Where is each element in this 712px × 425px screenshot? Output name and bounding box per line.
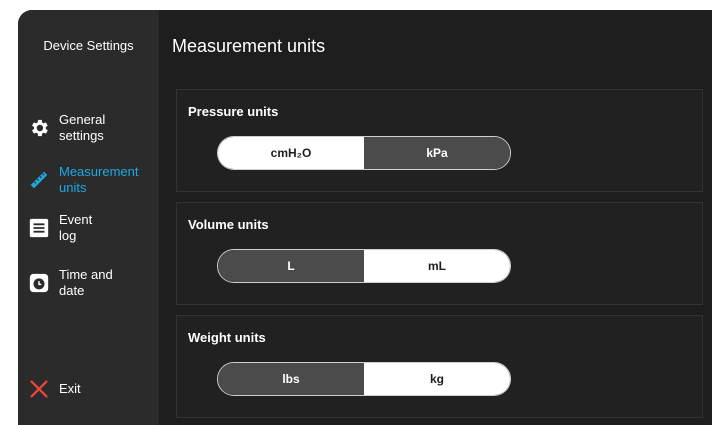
- weight-units-panel: Weight units lbs kg: [176, 315, 703, 418]
- volume-units-label: Volume units: [188, 217, 269, 232]
- volume-option-ml[interactable]: mL: [364, 250, 510, 282]
- sidebar-item-event-log[interactable]: Event log: [28, 212, 159, 244]
- sidebar-item-time-and-date[interactable]: Time and date: [28, 267, 159, 299]
- page-title: Measurement units: [172, 36, 326, 56]
- sidebar-item-general-settings[interactable]: General settings: [28, 112, 159, 144]
- sidebar-item-label: Measurement units: [59, 164, 139, 195]
- weight-option-kg[interactable]: kg: [364, 363, 510, 395]
- sidebar-item-measurement-units[interactable]: Measurement units: [28, 164, 159, 196]
- pressure-units-panel: Pressure units cmH₂O kPa: [176, 89, 703, 192]
- exit-label: Exit: [59, 381, 81, 396]
- sidebar-item-label: Event log: [59, 212, 93, 243]
- clock-icon: [28, 272, 50, 294]
- exit-button[interactable]: Exit: [28, 378, 159, 400]
- pressure-option-kpa[interactable]: kPa: [364, 137, 510, 169]
- list-icon: [28, 217, 50, 239]
- volume-units-toggle: L mL: [217, 249, 511, 283]
- pressure-units-toggle: cmH₂O kPa: [217, 136, 511, 170]
- ruler-icon: [28, 169, 50, 191]
- pressure-option-cmh2o[interactable]: cmH₂O: [218, 137, 364, 169]
- weight-option-lbs[interactable]: lbs: [218, 363, 364, 395]
- sidebar-item-label: General settings: [59, 112, 106, 143]
- sidebar: Device Settings General settings Measurem…: [18, 10, 159, 425]
- close-icon: [28, 378, 50, 400]
- device-settings-window: Device Settings General settings Measurem…: [18, 10, 712, 425]
- volume-units-panel: Volume units L mL: [176, 202, 703, 305]
- volume-option-l[interactable]: L: [218, 250, 364, 282]
- pressure-units-label: Pressure units: [188, 104, 279, 119]
- sidebar-item-label: Time and date: [59, 267, 113, 298]
- sidebar-title: Device Settings: [43, 38, 134, 53]
- gear-icon: [28, 117, 50, 139]
- weight-units-toggle: lbs kg: [217, 362, 511, 396]
- weight-units-label: Weight units: [188, 330, 266, 345]
